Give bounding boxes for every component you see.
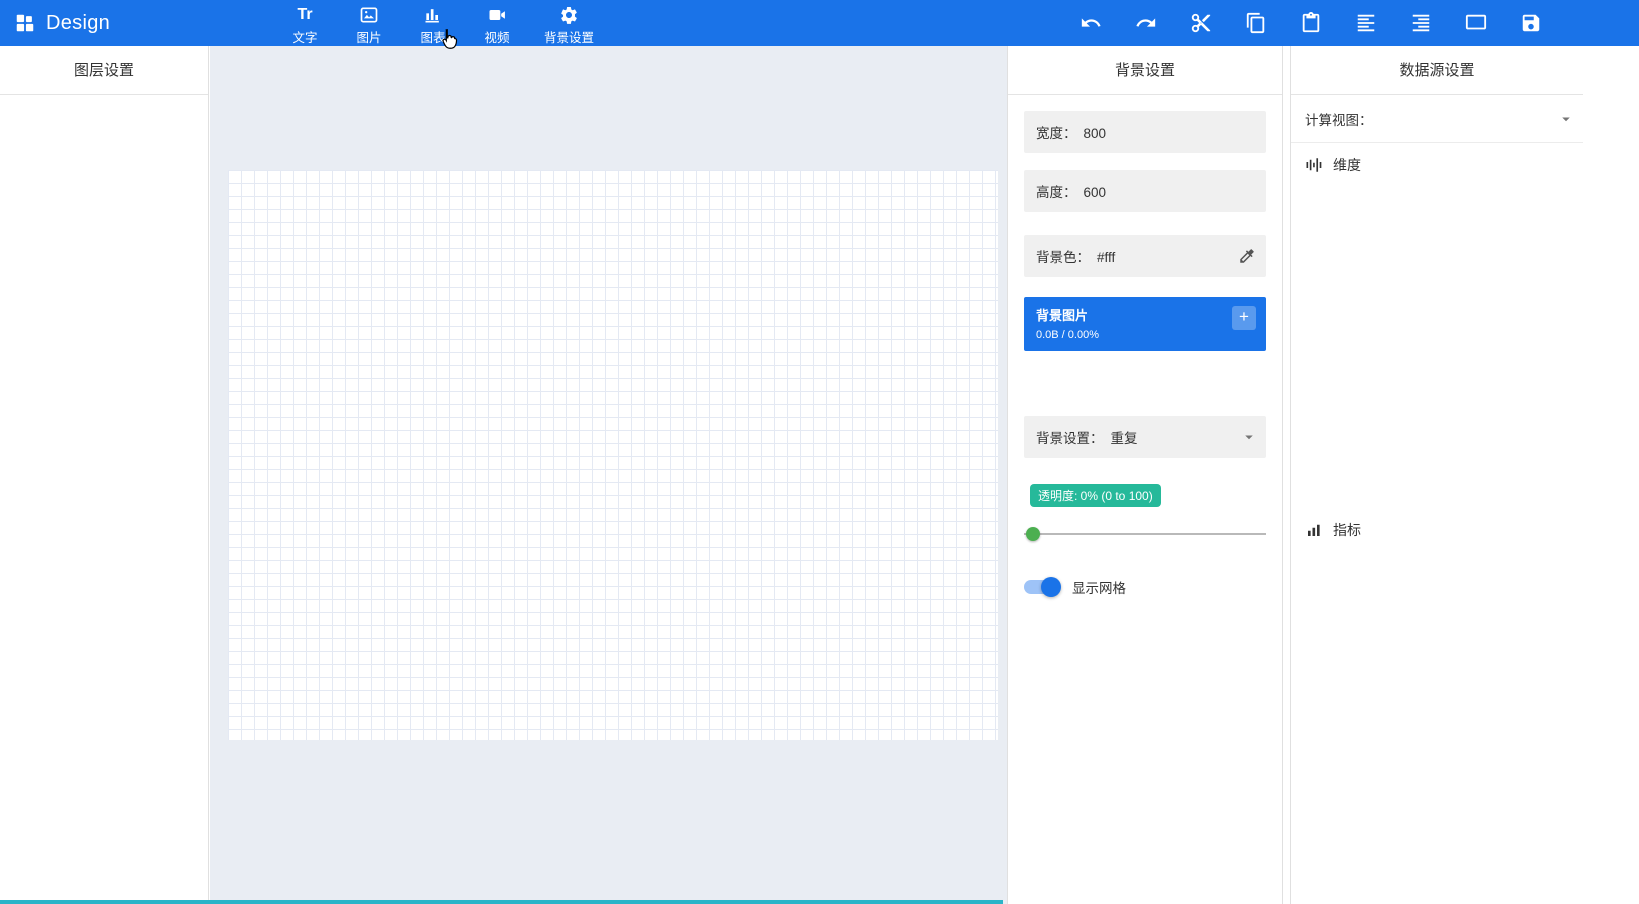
cut-icon[interactable] [1189, 11, 1213, 35]
tool-background-settings[interactable]: 背景设置 [544, 0, 594, 46]
chevron-down-icon [1240, 428, 1258, 446]
action-toolbar [1079, 0, 1543, 46]
show-grid-row: 显示网格 [1024, 577, 1266, 597]
background-image-meta: 0.0B / 0.00% [1036, 329, 1099, 341]
opacity-badge: 透明度: 0% (0 to 100) [1030, 484, 1161, 507]
gear-icon [559, 4, 579, 26]
chevron-down-icon [1557, 110, 1575, 128]
datasource-panel-title: 数据源设置 [1291, 46, 1583, 95]
width-value: 800 [1083, 126, 1107, 141]
datasource-panel: 数据源设置 计算视图： 维度 指标 [1290, 46, 1639, 904]
insert-toolbar: Tr 文字 图片 图表 视频 背景设置 [288, 0, 594, 46]
align-left-icon[interactable] [1354, 11, 1378, 35]
image-icon [359, 4, 379, 26]
tool-chart[interactable]: 图表 [416, 0, 450, 46]
chart-icon [423, 4, 443, 26]
background-image-label: 背景图片 [1036, 308, 1089, 323]
design-canvas-grid[interactable] [228, 170, 998, 740]
background-color-field[interactable]: 背景色： #fff [1024, 235, 1266, 277]
height-label: 高度： [1036, 185, 1077, 200]
preview-screen-icon[interactable] [1464, 11, 1488, 35]
layers-panel-title: 图层设置 [0, 46, 208, 95]
eyedropper-icon[interactable] [1238, 247, 1256, 265]
computed-view-select[interactable]: 计算视图： [1291, 95, 1583, 143]
width-label: 宽度： [1036, 126, 1077, 141]
opacity-slider-track [1024, 533, 1266, 535]
undo-icon[interactable] [1079, 11, 1103, 35]
height-value: 600 [1083, 185, 1107, 200]
copy-icon[interactable] [1244, 11, 1268, 35]
background-settings-panel: 背景设置 宽度： 800 高度： 600 背景色： #fff 背景图片 0.0B / … [1007, 46, 1283, 904]
background-color-label: 背景色： [1036, 250, 1090, 265]
design-app: Design Tr 文字 图片 图表 视频 背景设置 图层设置 背景设置 宽度：… [0, 0, 1639, 904]
toggle-knob [1041, 577, 1061, 597]
background-color-value: #fff [1097, 250, 1116, 265]
metric-icon [1305, 521, 1323, 539]
height-field[interactable]: 高度： 600 [1024, 170, 1266, 212]
tool-image[interactable]: 图片 [352, 0, 386, 46]
dimension-label: 维度 [1333, 157, 1361, 173]
opacity-control: 透明度: 0% (0 to 100) [1024, 484, 1266, 541]
layers-panel: 图层设置 [0, 46, 209, 904]
show-grid-label: 显示网格 [1072, 581, 1126, 596]
width-field[interactable]: 宽度： 800 [1024, 111, 1266, 153]
save-icon[interactable] [1519, 11, 1543, 35]
redo-icon[interactable] [1134, 11, 1158, 35]
video-icon [487, 4, 507, 26]
align-right-icon[interactable] [1409, 11, 1433, 35]
computed-view-label: 计算视图： [1305, 113, 1373, 128]
show-grid-toggle[interactable] [1024, 577, 1061, 597]
top-bar: Design Tr 文字 图片 图表 视频 背景设置 [0, 0, 1639, 46]
dimension-item[interactable]: 维度 [1291, 143, 1583, 187]
background-repeat-value: 重复 [1110, 431, 1138, 446]
background-image-upload[interactable]: 背景图片 0.0B / 0.00% + [1024, 297, 1266, 351]
app-title: Design [46, 11, 111, 34]
horizontal-scrollbar[interactable] [0, 900, 1003, 904]
canvas-area [210, 46, 1007, 904]
metric-item[interactable]: 指标 [1291, 508, 1375, 552]
text-icon: Tr [297, 6, 313, 23]
opacity-slider[interactable] [1024, 527, 1266, 541]
add-image-button[interactable]: + [1232, 306, 1256, 330]
tool-text[interactable]: Tr 文字 [288, 0, 322, 46]
opacity-slider-thumb[interactable] [1026, 527, 1040, 541]
paste-icon[interactable] [1299, 11, 1323, 35]
background-panel-title: 背景设置 [1008, 46, 1282, 95]
tool-video[interactable]: 视频 [480, 0, 514, 46]
app-logo-icon [14, 12, 36, 34]
background-repeat-label: 背景设置： [1036, 431, 1104, 446]
dimension-icon [1305, 156, 1323, 174]
background-repeat-select[interactable]: 背景设置： 重复 [1024, 416, 1266, 458]
metric-label: 指标 [1333, 522, 1361, 538]
